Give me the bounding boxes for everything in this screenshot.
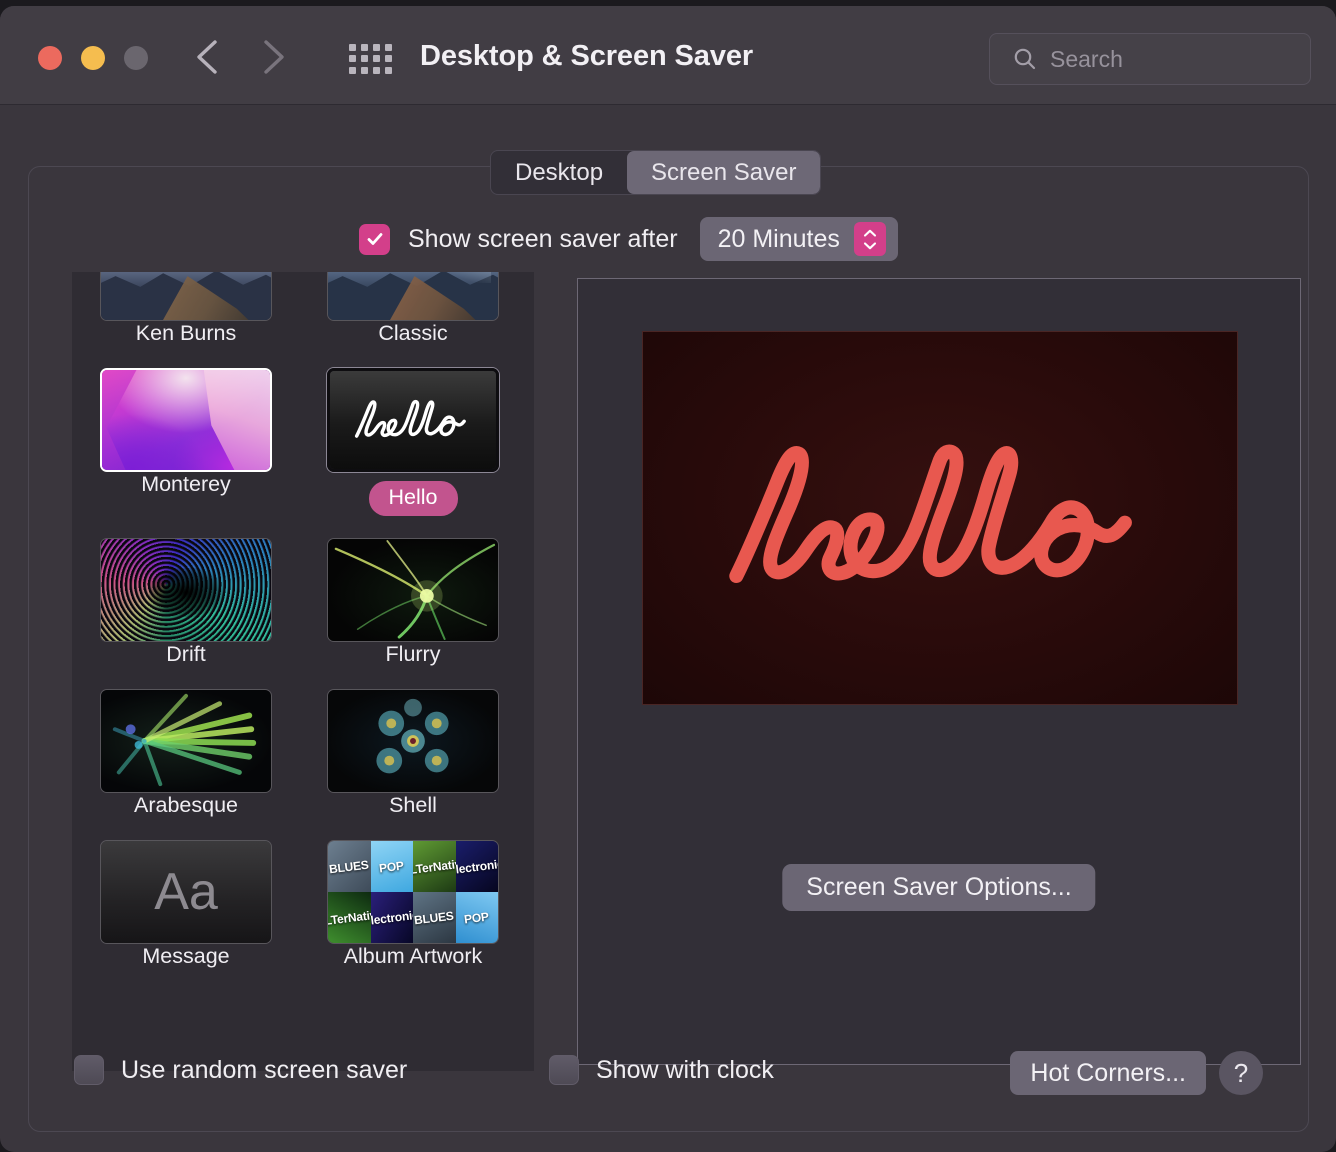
zoom-button[interactable] [124, 46, 148, 70]
help-button[interactable]: ? [1219, 1051, 1263, 1095]
screen-saver-item-hello[interactable]: Hello [327, 368, 499, 516]
search-field[interactable]: Search [989, 33, 1311, 85]
main-content: Ken Burns Classic Monterey Hello Drift F… [72, 272, 1301, 1072]
screen-saver-item-message[interactable]: Aa Message [100, 840, 272, 969]
preview-pane: Screen Saver Options... [577, 278, 1301, 1065]
album-tile: electronic [370, 892, 414, 943]
thumbnail[interactable] [327, 368, 499, 472]
screen-saver-item-album-artwork[interactable]: BLUES POP ALTerNative electronic ALTerNa… [327, 840, 499, 969]
album-tile: POP [370, 841, 413, 892]
monterey-art [102, 370, 270, 470]
show-all-grid-icon[interactable] [349, 44, 393, 74]
tab-bar: Desktop Screen Saver [490, 150, 822, 195]
show-with-clock-label: Show with clock [596, 1055, 774, 1084]
album-tile: ALTerNative [328, 892, 371, 943]
message-art: Aa [101, 841, 271, 943]
thumbnail[interactable]: Aa [100, 840, 272, 944]
screen-saver-item-ken-burns[interactable]: Ken Burns [100, 272, 272, 346]
screen-saver-label: Arabesque [134, 793, 238, 817]
thumbnail[interactable] [100, 368, 272, 472]
arabesque-art [101, 690, 271, 792]
album-tile-label: ALTerNative [413, 855, 456, 878]
show-with-clock-row[interactable]: Show with clock [549, 1055, 774, 1085]
thumbnail[interactable] [100, 538, 272, 642]
screen-saver-label: Album Artwork [343, 944, 483, 968]
screen-saver-label: Message [142, 944, 230, 968]
album-tile: electronic [455, 841, 499, 892]
screen-saver-item-shell[interactable]: Shell [327, 689, 499, 818]
screen-saver-label: Classic [378, 321, 448, 345]
thumbnail[interactable] [327, 689, 499, 793]
close-button[interactable] [38, 46, 62, 70]
search-placeholder: Search [1050, 45, 1123, 72]
traffic-light-buttons [38, 46, 148, 70]
screen-saver-list[interactable]: Ken Burns Classic Monterey Hello Drift F… [72, 272, 534, 1071]
mountain-art [328, 272, 498, 320]
message-thumb-text: Aa [154, 863, 218, 921]
album-tile: BLUES [328, 841, 371, 892]
screen-saver-item-flurry[interactable]: Flurry [327, 538, 499, 667]
screen-saver-item-monterey[interactable]: Monterey [100, 368, 272, 516]
album-tile: POP [455, 892, 498, 943]
screen-saver-delay-popup[interactable]: 20 Minutes [699, 217, 898, 261]
page-title: Desktop & Screen Saver [420, 40, 754, 72]
navigation-arrows [190, 36, 290, 78]
show-screen-saver-label: Show screen saver after [408, 224, 678, 253]
screen-saver-label: Monterey [141, 472, 231, 496]
use-random-screen-saver-checkbox[interactable] [74, 1055, 104, 1085]
panel-footer: Use random screen saver Show with clock … [29, 1013, 1308, 1131]
window-titlebar: Desktop & Screen Saver Search [0, 6, 1336, 105]
mountain-art [101, 272, 271, 320]
screen-saver-label: Flurry [385, 642, 441, 666]
album-tile-label: POP [378, 858, 405, 875]
drift-art [101, 539, 271, 641]
screen-saver-item-drift[interactable]: Drift [100, 538, 272, 667]
screen-saver-grid: Ken Burns Classic Monterey Hello Drift F… [100, 272, 506, 969]
tab-desktop[interactable]: Desktop [491, 151, 627, 194]
screen-saver-item-arabesque[interactable]: Arabesque [100, 689, 272, 818]
show-screen-saver-checkbox[interactable] [359, 223, 390, 255]
screen-saver-delay-value: 20 Minutes [717, 224, 840, 253]
tab-screen-saver[interactable]: Screen Saver [627, 151, 821, 194]
screen-saver-options-button[interactable]: Screen Saver Options... [782, 864, 1096, 911]
hello-art [330, 371, 496, 469]
thumbnail[interactable] [327, 538, 499, 642]
hot-corners-button[interactable]: Hot Corners... [1010, 1051, 1206, 1095]
flurry-art [328, 539, 498, 641]
minimize-button[interactable] [81, 46, 105, 70]
thumbnail[interactable] [100, 689, 272, 793]
screen-saver-label: Drift [166, 642, 206, 666]
album-artwork-art: BLUES POP ALTerNative electronic ALTerNa… [328, 841, 498, 943]
screen-saver-label: Shell [389, 793, 437, 817]
show-with-clock-checkbox[interactable] [549, 1055, 579, 1085]
screen-saver-preview [642, 331, 1238, 705]
thumbnail[interactable] [327, 272, 499, 321]
album-tile-label: BLUES [328, 857, 370, 876]
screen-saver-selected-badge: Hello [368, 481, 458, 516]
thumbnail[interactable]: BLUES POP ALTerNative electronic ALTerNa… [327, 840, 499, 944]
album-tile-label: BLUES [413, 908, 455, 927]
thumbnail[interactable] [100, 272, 272, 321]
screen-saver-item-classic[interactable]: Classic [327, 272, 499, 346]
album-tile: ALTerNative [413, 841, 456, 892]
shell-art [328, 690, 498, 792]
hello-preview-script-icon [729, 444, 1132, 584]
search-icon [1012, 46, 1038, 72]
back-arrow-icon[interactable] [190, 36, 224, 78]
album-tile: BLUES [413, 892, 456, 943]
preferences-window: Desktop & Screen Saver Search Desktop Sc… [0, 6, 1336, 1152]
album-tile-label: POP [463, 909, 490, 926]
use-random-screen-saver-row[interactable]: Use random screen saver [74, 1055, 407, 1085]
forward-arrow-icon[interactable] [256, 36, 290, 78]
album-tile-label: electronic [370, 907, 414, 928]
album-tile-label: electronic [455, 856, 499, 877]
preferences-panel: Desktop Screen Saver Show screen saver a… [28, 150, 1309, 1132]
album-tile-label: ALTerNative [328, 906, 371, 929]
use-random-screen-saver-label: Use random screen saver [121, 1055, 408, 1084]
show-screen-saver-after-row: Show screen saver after 20 Minutes [359, 217, 898, 261]
stepper-updown-icon[interactable] [853, 222, 886, 256]
hello-script-icon [354, 399, 466, 438]
screen-saver-label: Ken Burns [135, 321, 237, 345]
